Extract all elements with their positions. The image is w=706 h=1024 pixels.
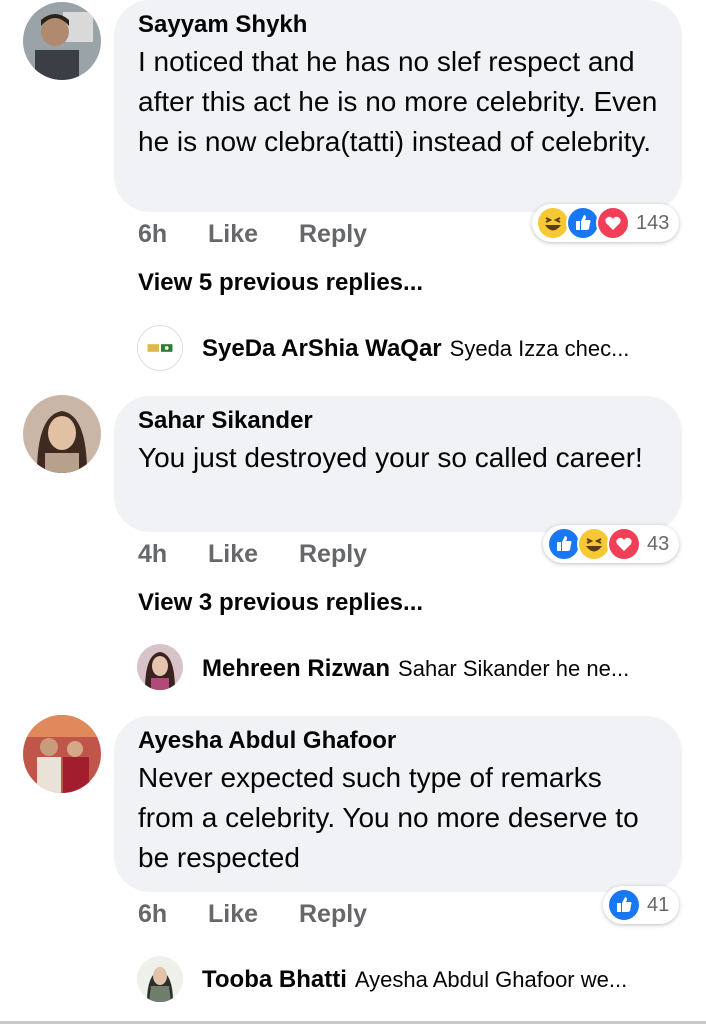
reaction-count: 41: [647, 893, 670, 916]
comment-author[interactable]: Sahar Sikander: [138, 406, 658, 436]
haha-reaction-icon: [536, 206, 570, 240]
reply-snippet: Ayesha Abdul Ghafoor we...: [354, 967, 628, 992]
comment-time[interactable]: 6h: [138, 900, 167, 929]
avatar-syeda-arshia-waqar[interactable]: [137, 325, 183, 371]
comment-bubble: Sayyam Shykh I noticed that he has no sl…: [114, 0, 682, 212]
haha-reaction-icon: [577, 527, 611, 561]
reply-author[interactable]: SyeDa ArShia WaQar: [202, 335, 442, 362]
reaction-summary[interactable]: 143: [532, 204, 680, 242]
like-button[interactable]: Like: [208, 540, 258, 569]
comment-bubble: Ayesha Abdul Ghafoor Never expected such…: [114, 716, 682, 892]
reply-button[interactable]: Reply: [299, 900, 367, 929]
comment-time[interactable]: 6h: [138, 220, 167, 249]
like-button[interactable]: Like: [208, 220, 258, 249]
love-reaction-icon: [607, 527, 641, 561]
reply-preview[interactable]: Tooba Bhatti Ayesha Abdul Ghafoor we...: [202, 966, 627, 994]
like-reaction-icon: [566, 206, 600, 240]
comment-bubble: Sahar Sikander You just destroyed your s…: [114, 396, 682, 532]
comment-text: Never expected such type of remarks from…: [138, 762, 639, 873]
avatar-tooba-bhatti[interactable]: [137, 956, 183, 1002]
comment-text: You just destroyed your so called career…: [138, 442, 643, 473]
avatar-mehreen-rizwan[interactable]: [137, 644, 183, 690]
view-previous-replies-link[interactable]: View 3 previous replies...: [138, 589, 423, 617]
like-reaction-icon: [607, 888, 641, 922]
avatar-sahar-sikander[interactable]: [23, 395, 101, 473]
reaction-count: 43: [647, 532, 670, 555]
reaction-count: 143: [636, 211, 670, 234]
reply-author[interactable]: Mehreen Rizwan: [202, 655, 390, 682]
comment-author[interactable]: Sayyam Shykh: [138, 10, 658, 40]
reply-snippet: Sahar Sikander he ne...: [398, 656, 630, 681]
like-button[interactable]: Like: [208, 900, 258, 929]
view-previous-replies-link[interactable]: View 5 previous replies...: [138, 269, 423, 297]
reply-button[interactable]: Reply: [299, 540, 367, 569]
like-reaction-icon: [547, 527, 581, 561]
reply-preview[interactable]: Mehreen Rizwan Sahar Sikander he ne...: [202, 655, 629, 683]
reaction-summary[interactable]: 41: [603, 886, 680, 924]
comment-author[interactable]: Ayesha Abdul Ghafoor: [138, 726, 658, 756]
reply-snippet: Syeda Izza chec...: [449, 336, 630, 361]
reply-preview[interactable]: SyeDa ArShia WaQar Syeda Izza chec...: [202, 335, 629, 363]
avatar-ayesha-abdul-ghafoor[interactable]: [23, 715, 101, 793]
reply-button[interactable]: Reply: [299, 220, 367, 249]
reply-author[interactable]: Tooba Bhatti: [202, 966, 347, 993]
reaction-summary[interactable]: 43: [543, 525, 680, 563]
comment-text: I noticed that he has no slef respect an…: [138, 46, 658, 157]
love-reaction-icon: [596, 206, 630, 240]
avatar-sayyam-shykh[interactable]: [23, 2, 101, 80]
comment-time[interactable]: 4h: [138, 540, 167, 569]
